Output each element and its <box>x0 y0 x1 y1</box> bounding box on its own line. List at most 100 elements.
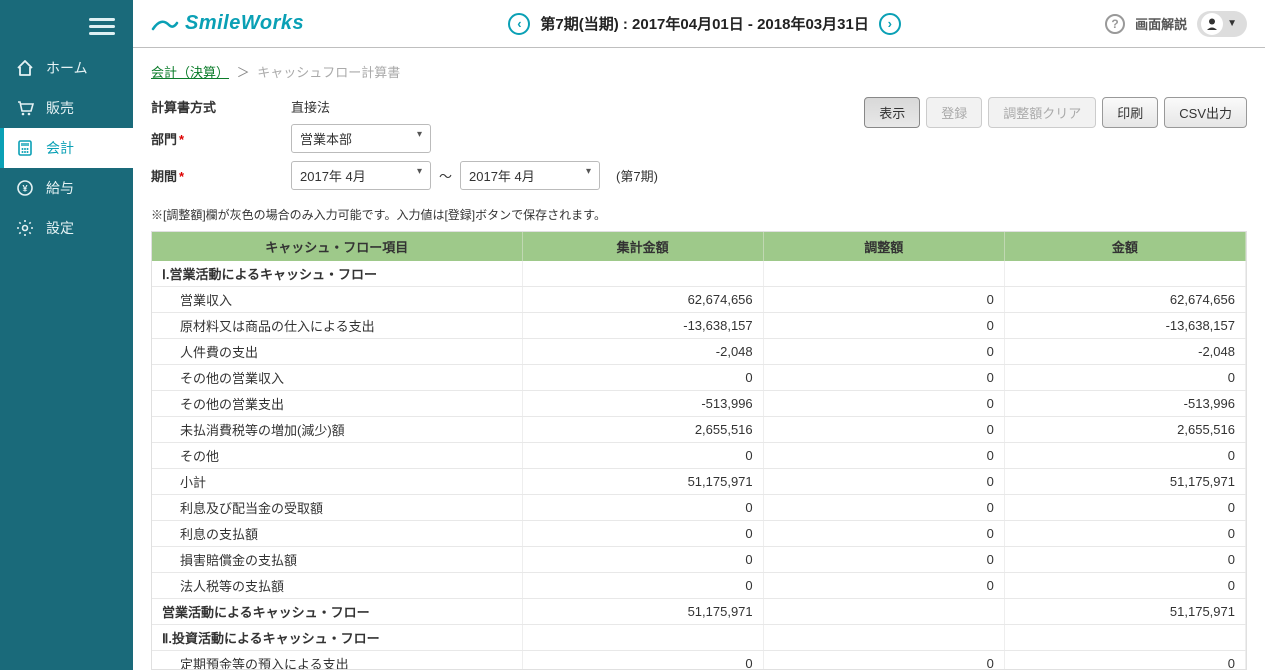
row-value[interactable]: 0 <box>763 391 1004 417</box>
dept-label: 部門* <box>151 129 291 148</box>
row-value: 51,175,971 <box>1004 599 1245 625</box>
period-title: 第7期(当期) : 2017年04月01日 - 2018年03月31日 <box>540 13 868 34</box>
row-value[interactable]: 0 <box>763 547 1004 573</box>
table-header: 集計金額 <box>522 232 763 261</box>
show-button[interactable]: 表示 <box>864 97 920 128</box>
prev-period-button[interactable]: ‹ <box>508 13 530 35</box>
sidebar-item-yen[interactable]: ¥給与 <box>0 168 133 208</box>
row-value: -13,638,157 <box>522 313 763 339</box>
cart-icon <box>16 99 34 117</box>
save-button: 登録 <box>926 97 982 128</box>
gear-icon <box>16 219 34 237</box>
cashflow-table-wrap[interactable]: キャッシュ・フロー項目集計金額調整額金額 Ⅰ.営業活動によるキャッシュ・フロー営… <box>151 231 1247 670</box>
row-value: 0 <box>1004 495 1245 521</box>
row-label: Ⅱ.投資活動によるキャッシュ・フロー <box>152 625 522 651</box>
row-value: 62,674,656 <box>1004 287 1245 313</box>
row-label: 損害賠償金の支払額 <box>152 547 522 573</box>
row-value[interactable]: 0 <box>763 339 1004 365</box>
sidebar-item-gear[interactable]: 設定 <box>0 208 133 248</box>
breadcrumb-root[interactable]: 会計（決算） <box>151 65 229 80</box>
logo-icon <box>151 15 179 33</box>
row-value[interactable]: 0 <box>763 651 1004 670</box>
row-value: 0 <box>1004 547 1245 573</box>
row-value[interactable]: 0 <box>763 521 1004 547</box>
period-note: (第7期) <box>616 166 658 185</box>
table-row: その他000 <box>152 443 1246 469</box>
next-period-button[interactable]: › <box>879 13 901 35</box>
row-value: 0 <box>1004 443 1245 469</box>
row-label: 人件費の支出 <box>152 339 522 365</box>
header: SmileWorks ‹ 第7期(当期) : 2017年04月01日 - 201… <box>133 0 1265 48</box>
row-value: 0 <box>1004 365 1245 391</box>
breadcrumb-current: キャッシュフロー計算書 <box>257 65 400 80</box>
avatar-icon <box>1201 13 1223 35</box>
sidebar: ホーム販売会計 ¥給与設定 <box>0 0 133 670</box>
table-row: 営業収入62,674,656062,674,656 <box>152 287 1246 313</box>
row-value[interactable]: 0 <box>763 313 1004 339</box>
help-label[interactable]: 画面解説 <box>1135 14 1187 33</box>
row-value: 2,655,516 <box>522 417 763 443</box>
breadcrumb: 会計（決算） ＞ キャッシュフロー計算書 <box>151 62 1247 81</box>
row-label: 利息及び配当金の受取額 <box>152 495 522 521</box>
table-header: 金額 <box>1004 232 1245 261</box>
row-label: Ⅰ.営業活動によるキャッシュ・フロー <box>152 261 522 287</box>
row-value[interactable]: 0 <box>763 417 1004 443</box>
row-value <box>522 261 763 287</box>
row-value <box>763 599 1004 625</box>
sidebar-top <box>0 0 133 48</box>
row-value: 51,175,971 <box>1004 469 1245 495</box>
row-value[interactable]: 0 <box>763 573 1004 599</box>
csv-export-button[interactable]: CSV出力 <box>1164 97 1247 128</box>
row-value: 51,175,971 <box>522 599 763 625</box>
table-header: キャッシュ・フロー項目 <box>152 232 522 261</box>
row-value <box>522 625 763 651</box>
row-value: 2,655,516 <box>1004 417 1245 443</box>
row-value: 0 <box>522 651 763 670</box>
row-label: 営業収入 <box>152 287 522 313</box>
row-value: 0 <box>1004 573 1245 599</box>
row-value: 0 <box>522 521 763 547</box>
help-icon[interactable]: ? <box>1105 14 1125 34</box>
form-note: ※[調整額]欄が灰色の場合のみ入力可能です。入力値は[登録]ボタンで保存されます… <box>151 206 1247 223</box>
sidebar-item-cart[interactable]: 販売 <box>0 88 133 128</box>
svg-text:¥: ¥ <box>22 184 27 194</box>
hamburger-icon[interactable] <box>89 14 115 34</box>
row-value: 0 <box>522 365 763 391</box>
row-label: 未払消費税等の増加(減少)額 <box>152 417 522 443</box>
row-value: -513,996 <box>522 391 763 417</box>
row-value: 0 <box>522 495 763 521</box>
user-menu-button[interactable]: ▼ <box>1197 11 1247 37</box>
row-value[interactable]: 0 <box>763 365 1004 391</box>
table-row: 小計51,175,971051,175,971 <box>152 469 1246 495</box>
row-label: 小計 <box>152 469 522 495</box>
table-row: 損害賠償金の支払額000 <box>152 547 1246 573</box>
period-separator: ～ <box>439 166 452 185</box>
table-row: 原材料又は商品の仕入による支出-13,638,1570-13,638,157 <box>152 313 1246 339</box>
row-value: 62,674,656 <box>522 287 763 313</box>
table-row: 定期預金等の預入による支出000 <box>152 651 1246 670</box>
method-value: 直接法 <box>291 97 658 116</box>
table-row: Ⅰ.営業活動によるキャッシュ・フロー <box>152 261 1246 287</box>
row-value[interactable]: 0 <box>763 443 1004 469</box>
logo: SmileWorks <box>151 12 304 35</box>
table-header: 調整額 <box>763 232 1004 261</box>
print-button[interactable]: 印刷 <box>1102 97 1158 128</box>
sidebar-item-home[interactable]: ホーム <box>0 48 133 88</box>
period-to-select[interactable]: 2017年 4月 <box>460 161 600 190</box>
table-row: その他の営業収入000 <box>152 365 1246 391</box>
row-value[interactable]: 0 <box>763 469 1004 495</box>
row-value[interactable]: 0 <box>763 495 1004 521</box>
sidebar-item-calc[interactable]: 会計 <box>0 128 133 168</box>
row-value: -513,996 <box>1004 391 1245 417</box>
row-label: その他 <box>152 443 522 469</box>
period-from-select[interactable]: 2017年 4月 <box>291 161 431 190</box>
row-value[interactable]: 0 <box>763 287 1004 313</box>
table-row: Ⅱ.投資活動によるキャッシュ・フロー <box>152 625 1246 651</box>
row-value <box>763 261 1004 287</box>
row-value <box>763 625 1004 651</box>
row-value: -13,638,157 <box>1004 313 1245 339</box>
row-value: -2,048 <box>1004 339 1245 365</box>
sidebar-item-label: 会計 <box>46 138 74 158</box>
sidebar-item-label: 設定 <box>46 218 74 238</box>
dept-select[interactable]: 営業本部 <box>291 124 431 153</box>
